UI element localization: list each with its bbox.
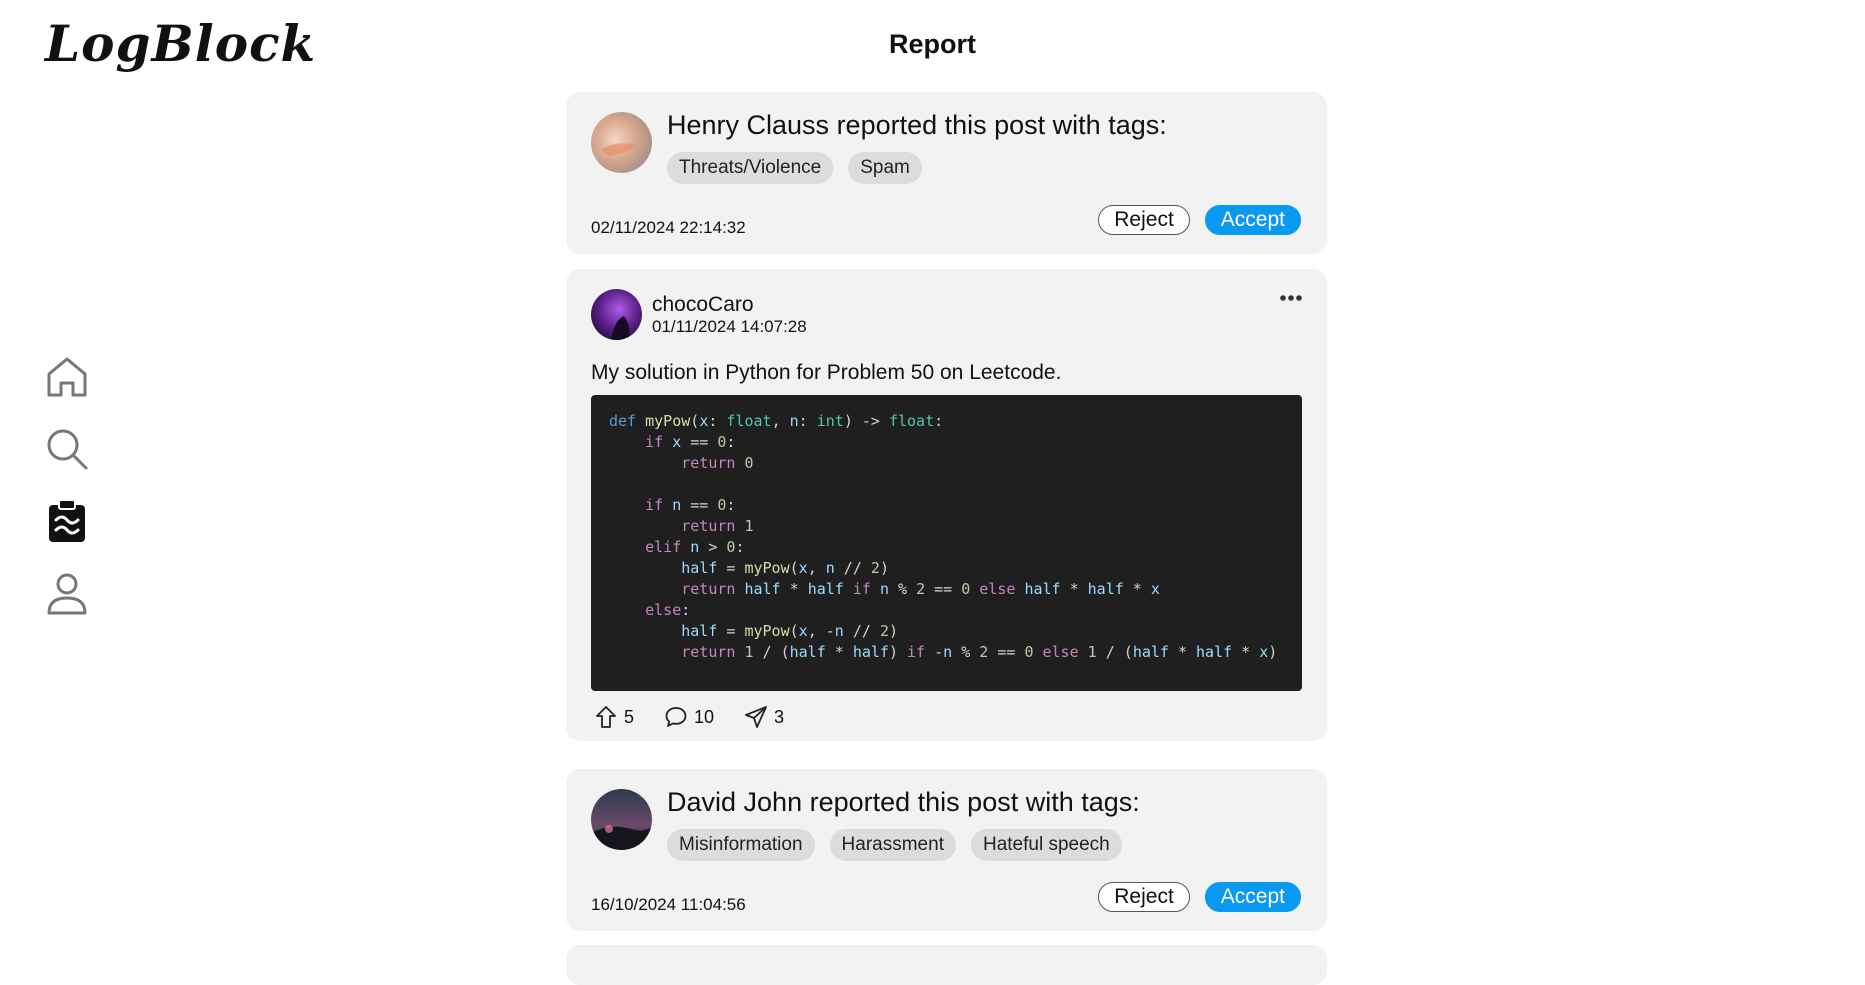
tag-chip: Misinformation [667,829,815,861]
comment-button[interactable]: 10 [664,705,714,729]
upvote-icon [596,706,616,728]
post-stats: 5 10 3 [594,705,814,729]
comment-count: 10 [694,706,715,727]
report-actions: Reject Accept [1098,205,1301,235]
report-actions: Reject Accept [1098,882,1301,912]
accept-button[interactable]: Accept [1204,205,1301,235]
reject-button[interactable]: Reject [1098,882,1190,912]
share-count: 3 [774,706,785,727]
sidebar-item-report[interactable] [42,496,92,546]
upvote-button[interactable]: 5 [594,705,634,729]
reporter-avatar[interactable] [591,789,652,850]
report-tags: Misinformation Harassment Hateful speech [667,829,1122,861]
tag-chip: Threats/Violence [667,152,834,184]
reporter-avatar[interactable] [591,112,652,173]
comment-icon [665,707,687,727]
report-timestamp: 16/10/2024 11:04:56 [591,895,746,914]
report-description: David John reported this post with tags: [667,787,1140,818]
post-author[interactable]: chocoCaro [652,293,754,317]
share-button[interactable]: 3 [744,705,784,729]
post-text: My solution in Python for Problem 50 on … [591,361,1062,384]
more-options-icon[interactable] [1279,293,1303,303]
reporter-name[interactable]: David John [667,787,802,817]
report-tags: Threats/Violence Spam [667,152,922,184]
code-block: def myPow(x: float, n: int) -> float: if… [591,395,1302,691]
sidebar-nav [42,352,92,640]
home-icon [47,357,87,397]
sidebar-item-search[interactable] [42,424,92,474]
accept-button[interactable]: Accept [1204,882,1301,912]
report-timestamp: 02/11/2024 22:14:32 [591,218,746,237]
sidebar-item-home[interactable] [42,352,92,402]
post-date: 01/11/2024 14:07:28 [652,317,807,336]
tag-chip: Harassment [829,829,956,861]
author-avatar[interactable] [591,289,642,340]
profile-icon [47,573,87,615]
report-suffix: reported this post with tags: [829,110,1167,140]
page-title: Report [889,29,976,59]
send-icon [745,706,767,728]
upvote-count: 5 [624,706,635,727]
report-card: Henry Clauss reported this post with tag… [566,92,1327,254]
reject-button[interactable]: Reject [1098,205,1190,235]
sidebar-item-profile[interactable] [42,568,92,618]
report-card: David John reported this post with tags:… [566,769,1327,931]
report-card-next [566,945,1327,985]
report-icon [49,499,85,542]
tag-chip: Hateful speech [970,829,1122,861]
report-suffix: reported this post with tags: [802,787,1140,817]
search-icon [47,429,88,470]
reporter-name[interactable]: Henry Clauss [667,110,829,140]
reported-post-card: chocoCaro 01/11/2024 14:07:28 My solutio… [566,269,1327,741]
tag-chip: Spam [848,152,922,184]
report-description: Henry Clauss reported this post with tag… [667,110,1167,141]
